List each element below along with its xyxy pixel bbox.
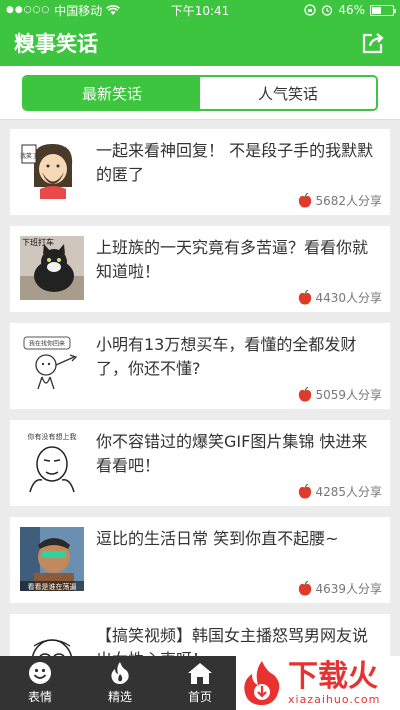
status-left: ●●○○○ 中国移动 <box>6 2 135 19</box>
signal-icon: ●●○○○ <box>6 5 51 15</box>
share-count: 4285人分享 <box>298 483 382 500</box>
tab-label: 精选 <box>107 690 132 704</box>
tab-home[interactable]: 首页 <box>160 656 240 710</box>
fire-logo-icon <box>244 661 280 705</box>
home-icon <box>188 663 212 684</box>
post-title: 逗比的生活日常 笑到你直不起腰~ <box>96 529 339 548</box>
apple-icon <box>299 581 312 596</box>
post-title: 上班族的一天究竟有多苦逼？看看你就知道啦！ <box>96 238 369 281</box>
share-count: 5059人分享 <box>298 386 382 403</box>
post-title: 小明有13万想买车，看懂的全都发财了，你还不懂? <box>96 335 357 378</box>
status-right: 46% <box>265 3 396 17</box>
joke-list: 我笑了 一起来看神回复！ 不是段子手的我默默的匿了 5682人分享 下班打车 上… <box>0 120 400 656</box>
thumb-caption: 我笑了 <box>20 152 38 160</box>
share-icon <box>362 33 384 54</box>
share-count-label: 4285人分享 <box>315 485 382 499</box>
flame-icon <box>111 662 129 684</box>
lock-rotation-icon <box>304 4 316 16</box>
watermark-text: 下载火 xiazaihuo.com <box>288 658 381 706</box>
share-count-label: 4639人分享 <box>315 582 382 596</box>
post-title: 你不容错过的爆笑GIF图片集锦 快进来看看吧！ <box>96 432 368 475</box>
apple-icon <box>299 290 312 305</box>
tab-latest[interactable]: 最新笑话 <box>24 77 200 109</box>
watermark: 下载火 xiazaihuo.com <box>236 656 400 710</box>
thumb-caption: 看看是谁在荡逼 <box>28 582 77 591</box>
alarm-icon <box>322 5 333 16</box>
list-item[interactable]: 下班打车 上班族的一天究竟有多苦逼？看看你就知道啦！ 4430人分享 <box>10 226 390 312</box>
thumbnail-rage-face: 你有没有想上我 <box>20 430 84 494</box>
battery-icon <box>369 4 396 16</box>
share-count: 4430人分享 <box>298 289 382 306</box>
apple-icon <box>299 193 312 208</box>
watermark-title: 下载火 <box>288 658 378 694</box>
wifi-icon <box>106 4 121 15</box>
segment-container: 最新笑话 人气笑话 <box>0 66 400 120</box>
share-count: 5682人分享 <box>298 192 382 209</box>
thumbnail-cat: 下班打车 <box>20 236 84 300</box>
tab-popular[interactable]: 人气笑话 <box>200 77 376 109</box>
apple-icon <box>299 387 312 402</box>
post-title: 【搞笑视频】韩国女主播怒骂男网友说出女性心声呀！ <box>96 626 369 656</box>
post-title: 一起来看神回复！ 不是段子手的我默默的匿了 <box>96 141 374 184</box>
share-count-label: 4430人分享 <box>315 291 382 305</box>
share-button[interactable] <box>360 30 386 56</box>
battery-fill <box>371 6 382 14</box>
list-item[interactable]: 你有没有想上我 你不容错过的爆笑GIF图片集锦 快进来看看吧！ 4285人分享 <box>10 420 390 506</box>
share-count-label: 5059人分享 <box>315 388 382 402</box>
list-item[interactable]: 看看是谁在荡逼 逗比的生活日常 笑到你直不起腰~ 4639人分享 <box>10 517 390 603</box>
status-bar: ●●○○○ 中国移动 下午10:41 46% <box>0 0 400 20</box>
tab-emoticons[interactable]: 表情 <box>0 656 80 710</box>
status-time: 下午10:41 <box>170 3 230 18</box>
share-count-label: 5682人分享 <box>315 194 382 208</box>
tab-featured[interactable]: 精选 <box>80 656 160 710</box>
thumbnail-meme-face <box>20 624 84 656</box>
thumb-caption: 我在找你回来 <box>29 340 65 348</box>
carrier-label: 中国移动 <box>54 3 103 18</box>
thumbnail-cartoon-photo: 看看是谁在荡逼 <box>20 527 84 591</box>
smiley-icon <box>29 662 51 684</box>
thumbnail-cartoon-beard: 我笑了 <box>20 139 84 203</box>
tab-label: 表情 <box>27 690 52 704</box>
list-item[interactable]: 我笑了 一起来看神回复！ 不是段子手的我默默的匿了 5682人分享 <box>10 129 390 215</box>
watermark-url: xiazaihuo.com <box>288 692 381 706</box>
app-title: 糗事笑话 <box>14 32 98 56</box>
list-item[interactable]: 我在找你回来 小明有13万想买车，看懂的全都发财了，你还不懂? 5059人分享 <box>10 323 390 409</box>
list-item[interactable]: 【搞笑视频】韩国女主播怒骂男网友说出女性心声呀！ <box>10 614 390 656</box>
share-count: 4639人分享 <box>298 580 382 597</box>
thumb-caption: 下班打车 <box>22 237 54 247</box>
thumbnail-doodle: 我在找你回来 <box>20 333 84 397</box>
battery-percent: 46% <box>338 3 365 17</box>
segmented-control: 最新笑话 人气笑话 <box>22 75 378 111</box>
nav-bar: 糗事笑话 <box>0 20 400 66</box>
thumb-caption: 你有没有想上我 <box>28 432 77 441</box>
tab-label: 首页 <box>187 690 212 704</box>
apple-icon <box>299 484 312 499</box>
